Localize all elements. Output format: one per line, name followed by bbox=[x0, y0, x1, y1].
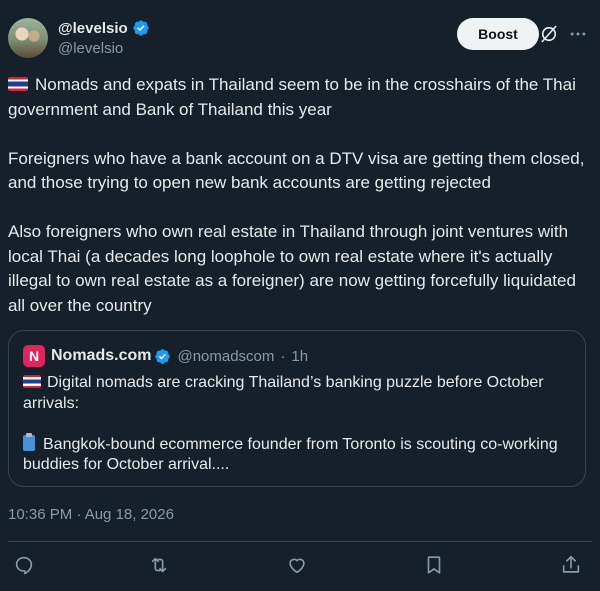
tweet-paragraph: Foreigners who have a bank account on a … bbox=[8, 148, 585, 193]
reply-icon[interactable] bbox=[13, 554, 37, 578]
quote-author-handle[interactable]: @nomadscom bbox=[177, 348, 274, 365]
thailand-flag-icon bbox=[8, 77, 28, 91]
avatar[interactable] bbox=[8, 18, 48, 58]
tweet-header: @levelsio @levelsio Boost bbox=[8, 16, 592, 60]
verified-badge-icon bbox=[132, 19, 150, 37]
tweet-timestamp[interactable]: 10:36 PM · Aug 18, 2026 bbox=[8, 506, 174, 523]
tweet-paragraph: Nomads and expats in Thailand seem to be… bbox=[8, 73, 588, 122]
quote-author-name[interactable]: Nomads.com bbox=[51, 347, 151, 365]
tweet-paragraph-text: Nomads and expats in Thailand seem to be… bbox=[8, 75, 576, 119]
repost-icon[interactable] bbox=[148, 554, 172, 578]
quote-time[interactable]: 1h bbox=[291, 348, 308, 365]
boost-button[interactable]: Boost bbox=[457, 18, 539, 50]
quote-line: Digital nomads are cracking Thailand’s b… bbox=[23, 373, 573, 414]
quote-line: Bangkok-bound ecommerce founder from Tor… bbox=[23, 432, 573, 476]
author-display-name[interactable]: @levelsio bbox=[58, 20, 128, 37]
like-icon[interactable] bbox=[286, 554, 310, 578]
bookmark-icon[interactable] bbox=[423, 554, 447, 578]
tweet-text: Nomads and expats in Thailand seem to be… bbox=[8, 73, 588, 318]
quote-text: Digital nomads are cracking Thailand’s b… bbox=[23, 373, 573, 476]
quote-header: N Nomads.com @nomadscom · 1h bbox=[23, 345, 308, 367]
share-icon[interactable] bbox=[560, 554, 584, 578]
nomads-logo-icon: N bbox=[23, 345, 45, 367]
quote-line-text: Digital nomads are cracking Thailand’s b… bbox=[23, 374, 544, 412]
tweet-paragraph: Also foreigners who own real estate in T… bbox=[8, 222, 576, 315]
quote-line-text: Bangkok-bound ecommerce founder from Tor… bbox=[23, 435, 558, 474]
author-names: @levelsio @levelsio bbox=[58, 18, 150, 57]
author-handle[interactable]: @levelsio bbox=[58, 40, 150, 57]
more-icon[interactable] bbox=[568, 24, 588, 44]
grok-icon[interactable] bbox=[539, 24, 559, 44]
tweet: @levelsio @levelsio Boost Nomads and exp… bbox=[0, 0, 600, 591]
action-bar bbox=[0, 552, 600, 580]
clipboard-icon bbox=[23, 432, 35, 451]
thailand-flag-icon bbox=[23, 375, 41, 388]
divider bbox=[8, 541, 592, 542]
quote-tweet-card[interactable]: N Nomads.com @nomadscom · 1h Digital nom… bbox=[8, 330, 586, 487]
verified-badge-icon bbox=[154, 348, 171, 365]
quote-separator: · bbox=[280, 347, 286, 365]
